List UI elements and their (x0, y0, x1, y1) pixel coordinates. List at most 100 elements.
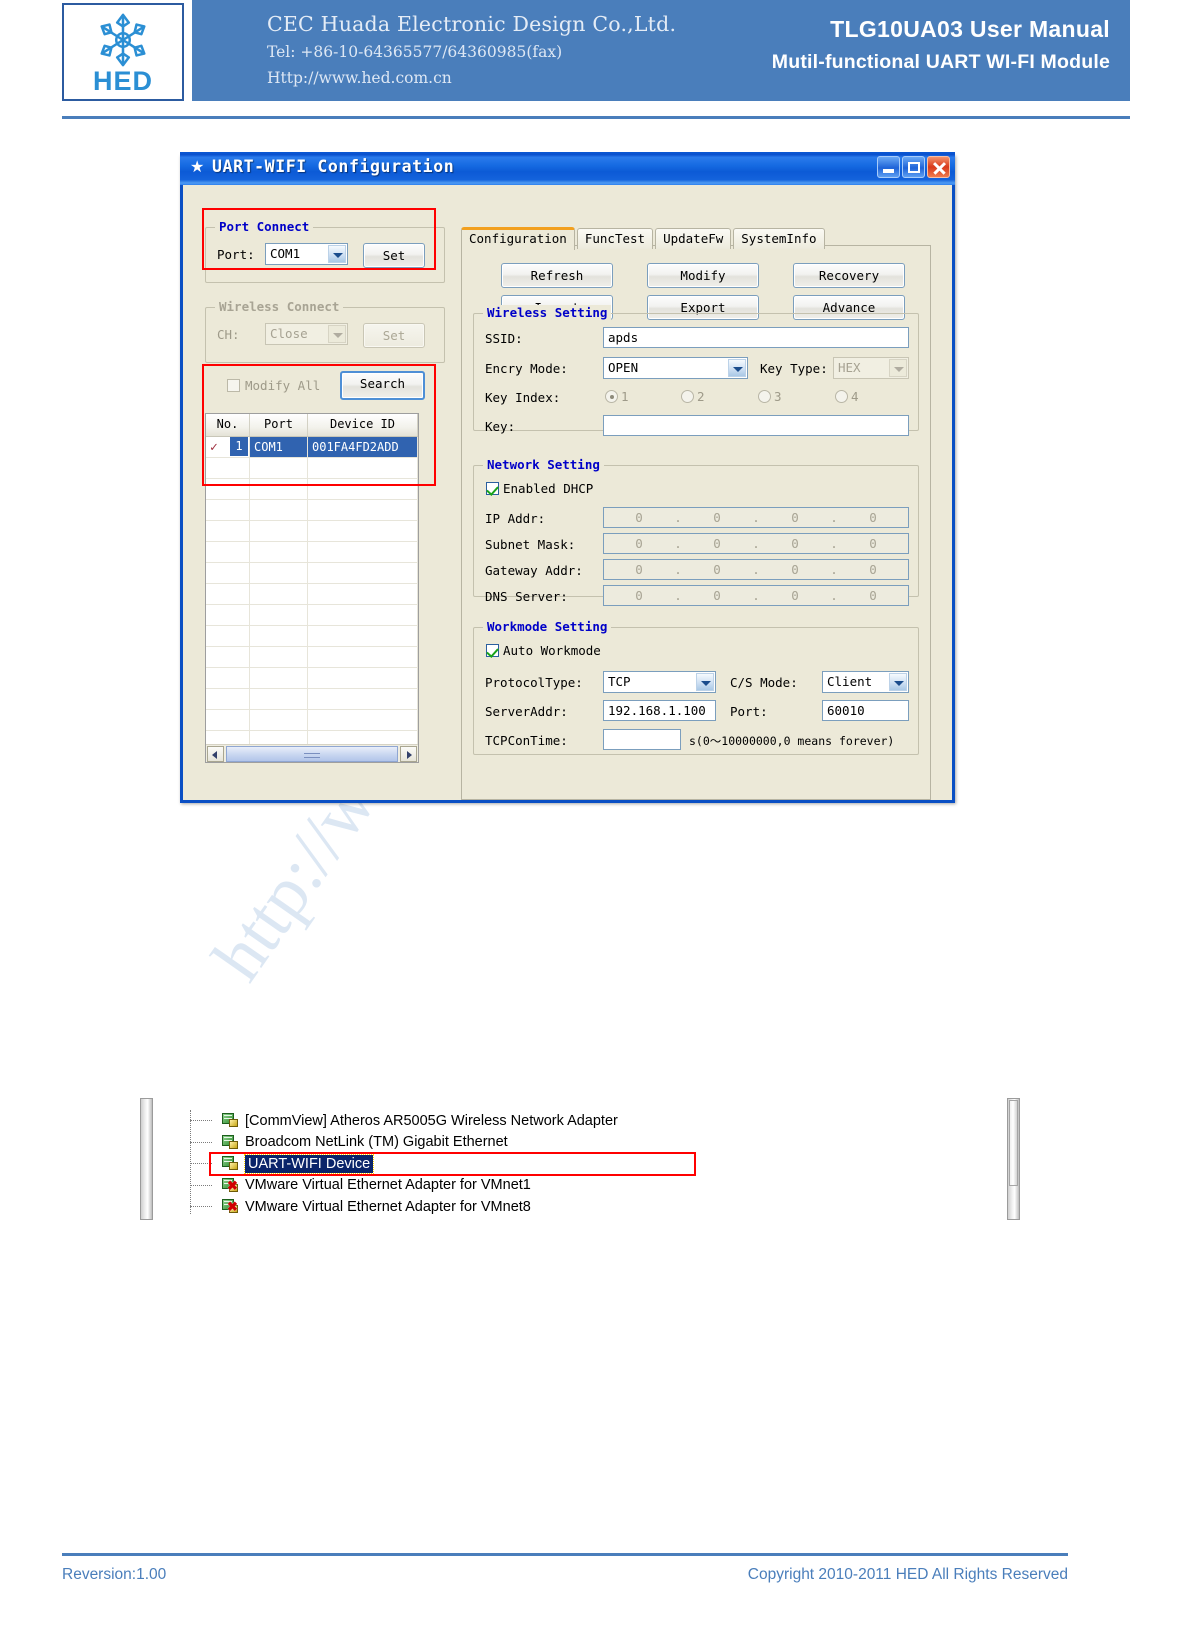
protocol-type-select[interactable]: TCP (603, 671, 716, 693)
table-row-empty[interactable] (206, 542, 418, 563)
table-row-empty[interactable] (206, 479, 418, 500)
subnet-octet-2: 0 (713, 536, 721, 551)
enabled-dhcp-label: Enabled DHCP (503, 481, 594, 496)
list-left-scrollbar[interactable] (140, 1098, 153, 1220)
key-input[interactable] (603, 415, 909, 436)
scroll-right-icon[interactable] (400, 745, 417, 762)
subnet-octet-3: 0 (791, 536, 799, 551)
minimize-icon[interactable] (877, 156, 900, 178)
dot-separator: . (674, 536, 682, 551)
enabled-dhcp-checkbox[interactable] (486, 482, 499, 495)
key-index-radio-2[interactable] (681, 390, 694, 403)
table-row-empty[interactable] (206, 710, 418, 731)
recovery-button[interactable]: Recovery (793, 263, 905, 288)
scroll-left-icon[interactable] (207, 745, 224, 762)
tab-systeminfo[interactable]: SystemInfo (733, 228, 825, 249)
list-item[interactable]: Broadcom NetLink (TM) Gigabit Ethernet (180, 1132, 618, 1154)
maximize-icon[interactable] (902, 156, 925, 178)
footer-revision: Reversion:1.00 (62, 1566, 167, 1583)
adapter-label: [CommView] Atheros AR5005G Wireless Netw… (245, 1112, 618, 1129)
workmode-setting-group-label: Workmode Setting (483, 619, 612, 634)
device-grid-header: No. Port Device ID (206, 414, 418, 437)
company-website: Http://www.hed.com.cn (267, 69, 452, 87)
table-row-empty[interactable] (206, 500, 418, 521)
modify-all-checkbox[interactable] (227, 379, 240, 392)
cs-mode-select[interactable]: Client (822, 671, 909, 693)
list-right-scrollbar[interactable] (1007, 1098, 1020, 1220)
key-index-radio-3[interactable] (758, 390, 771, 403)
scrollbar-thumb[interactable] (1009, 1100, 1018, 1186)
dns-server-input[interactable]: 0. 0. 0. 0 (603, 585, 909, 606)
table-row[interactable]: ✓ 1 COM1 001FA4FD2ADD (206, 437, 418, 458)
device-grid-horizontal-scrollbar[interactable] (206, 744, 418, 762)
window-titlebar[interactable]: ★ UART-WIFI Configuration (180, 152, 955, 185)
key-index-option-4: 4 (851, 389, 859, 404)
tab-updatefw[interactable]: UpdateFw (655, 228, 732, 249)
footer-copyright: Copyright 2010-2011 HED All Rights Reser… (747, 1566, 1068, 1583)
tcpcontime-label: TCPConTime: (485, 733, 568, 748)
tree-branch-line (190, 1163, 212, 1165)
server-port-input[interactable]: 60010 (822, 700, 909, 721)
ssid-input[interactable]: apds (603, 327, 909, 348)
table-row-empty[interactable] (206, 605, 418, 626)
list-item-uart-wifi-device[interactable]: UART-WIFI Device (180, 1153, 618, 1175)
table-row-empty[interactable] (206, 458, 418, 479)
list-item[interactable]: ✖ VMware Virtual Ethernet Adapter for VM… (180, 1196, 618, 1218)
table-row-empty[interactable] (206, 647, 418, 668)
table-cell-empty (250, 479, 308, 499)
modify-button[interactable]: Modify (647, 263, 759, 288)
tab-configuration[interactable]: Configuration (461, 227, 575, 250)
chevron-down-icon[interactable] (696, 673, 714, 691)
window-title: UART-WIFI Configuration (212, 157, 455, 176)
refresh-button[interactable]: Refresh (501, 263, 613, 288)
auto-workmode-checkbox[interactable] (486, 644, 499, 657)
chevron-down-icon[interactable] (728, 359, 746, 377)
key-index-label: Key Index: (485, 390, 561, 405)
chevron-down-icon[interactable] (328, 245, 346, 263)
dns-octet-1: 0 (635, 588, 643, 603)
wireless-connect-group-label: Wireless Connect (215, 299, 344, 314)
adapter-label: Broadcom NetLink (TM) Gigabit Ethernet (245, 1134, 508, 1151)
manual-heading: TLG10UA03 User Manual Mutil-functional U… (772, 12, 1110, 79)
table-cell-empty (308, 668, 418, 688)
search-button[interactable]: Search (340, 371, 425, 400)
table-cell-empty (308, 689, 418, 709)
port-set-button[interactable]: Set (363, 243, 425, 268)
table-row-empty[interactable] (206, 584, 418, 605)
port-select[interactable]: COM1 (265, 243, 348, 265)
chevron-down-icon[interactable] (889, 673, 907, 691)
table-row-empty[interactable] (206, 521, 418, 542)
table-row-empty[interactable] (206, 563, 418, 584)
key-label: Key: (485, 419, 516, 434)
network-setting-group-label: Network Setting (483, 457, 604, 472)
tab-functest[interactable]: FuncTest (576, 228, 654, 249)
adapter-label: VMware Virtual Ethernet Adapter for VMne… (245, 1177, 531, 1194)
wireless-setting-group-label: Wireless Setting (483, 305, 612, 320)
list-item[interactable]: ✖ VMware Virtual Ethernet Adapter for VM… (180, 1175, 618, 1197)
table-row-empty[interactable] (206, 668, 418, 689)
tree-branch-line (190, 1141, 212, 1144)
list-item[interactable]: [CommView] Atheros AR5005G Wireless Netw… (180, 1110, 618, 1132)
network-adapter-icon (222, 1156, 239, 1171)
table-row-empty[interactable] (206, 626, 418, 647)
key-index-radio-1[interactable] (605, 390, 618, 403)
subnet-mask-input[interactable]: 0. 0. 0. 0 (603, 533, 909, 554)
row-checkbox-cell[interactable]: ✓ 1 (206, 437, 250, 457)
encry-mode-select[interactable]: OPEN (603, 357, 748, 379)
adapter-label: VMware Virtual Ethernet Adapter for VMne… (245, 1198, 531, 1215)
key-index-radio-4[interactable] (835, 390, 848, 403)
ip-addr-input[interactable]: 0. 0. 0. 0 (603, 507, 909, 528)
close-icon[interactable] (927, 156, 950, 178)
encry-mode-value: OPEN (608, 360, 639, 375)
scrollbar-thumb[interactable] (226, 745, 398, 762)
device-list-grid[interactable]: No. Port Device ID ✓ 1 COM1 001FA4FD2ADD (205, 413, 419, 763)
network-adapter-list[interactable]: [CommView] Atheros AR5005G Wireless Netw… (140, 1098, 1020, 1223)
tcpcontime-input[interactable] (603, 729, 681, 750)
table-row-empty[interactable] (206, 689, 418, 710)
ip-addr-octet-4: 0 (869, 510, 877, 525)
table-cell-empty (206, 458, 250, 478)
network-adapter-icon (222, 1113, 239, 1128)
gateway-addr-input[interactable]: 0. 0. 0. 0 (603, 559, 909, 580)
server-addr-label: ServerAddr: (485, 704, 568, 719)
server-addr-input[interactable]: 192.168.1.100 (603, 700, 716, 721)
